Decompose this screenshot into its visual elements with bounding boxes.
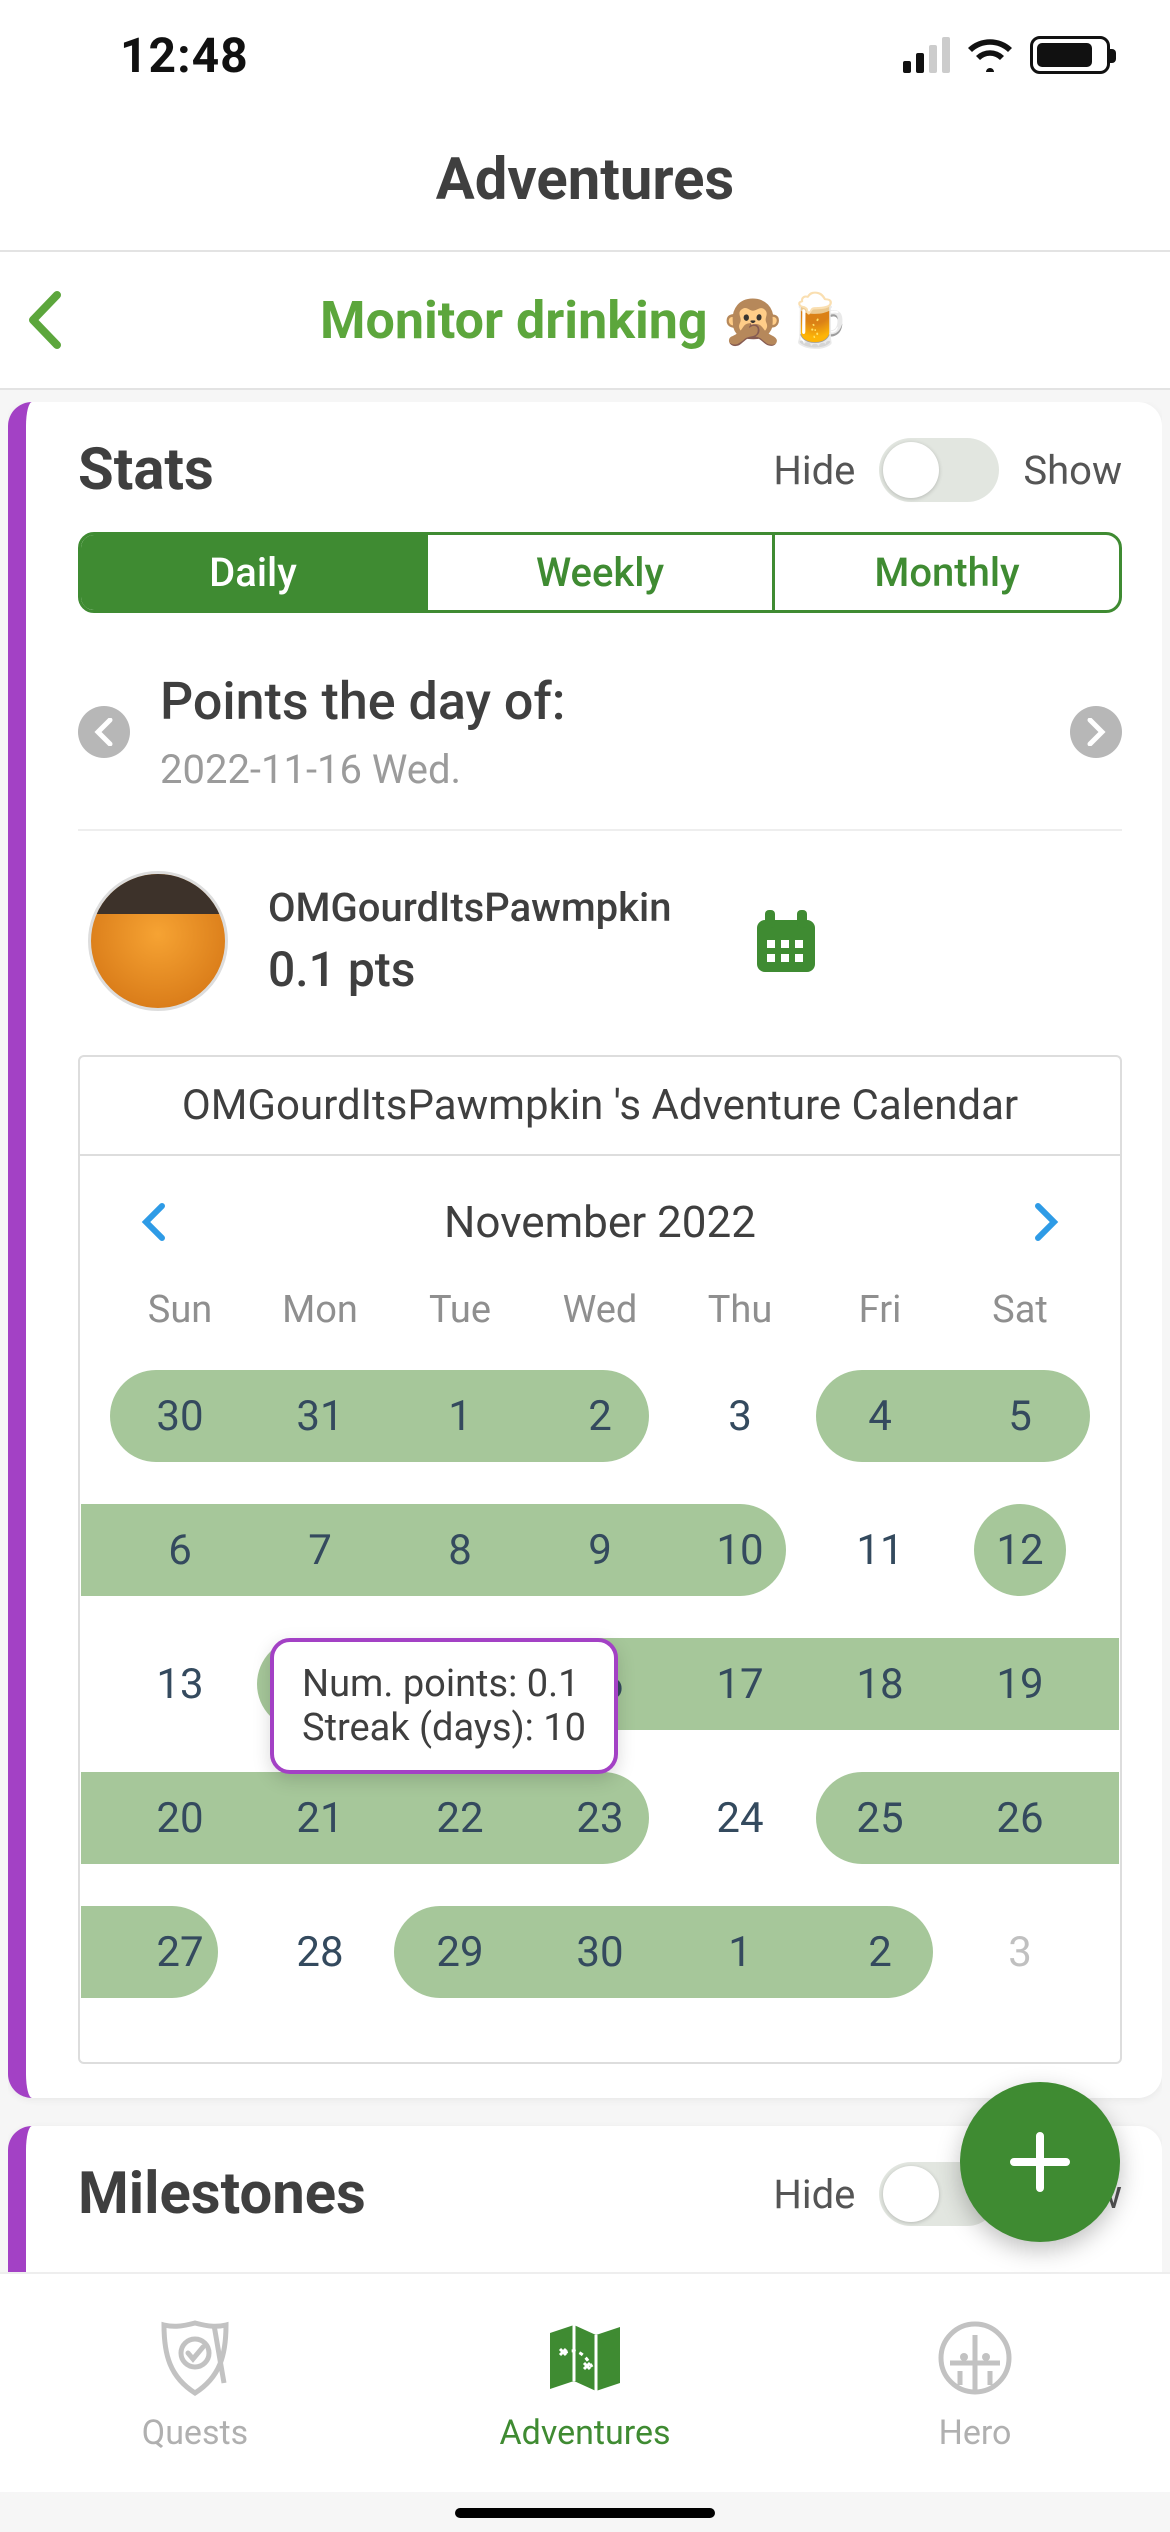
segment-daily[interactable]: Daily (81, 535, 428, 610)
dow: Mon (250, 1288, 390, 1332)
calendar-week: 27 28 29 30 1 2 3 (110, 1888, 1090, 2016)
calendar-day[interactable]: 4 (810, 1352, 950, 1480)
calendar-week: 30 31 1 2 3 4 5 (110, 1352, 1090, 1480)
home-indicator[interactable] (455, 2508, 715, 2518)
calendar-day[interactable]: 1 (390, 1352, 530, 1480)
tooltip-line: Streak (days): 10 (302, 1706, 586, 1750)
calendar-day[interactable]: 11 (810, 1486, 950, 1614)
calendar-day[interactable]: 5 (950, 1352, 1090, 1480)
nav-quests[interactable]: Quests (2, 2313, 388, 2453)
nav-label: Adventures (499, 2413, 670, 2453)
status-bar: 12:48 (0, 0, 1170, 110)
calendar-day[interactable]: 12 (950, 1486, 1090, 1614)
sub-header: Monitor drinking 🙊🍺 (0, 250, 1170, 390)
calendar-day[interactable]: 13 (110, 1620, 250, 1748)
stats-visibility-toggle: Hide Show (773, 438, 1122, 502)
hide-label: Hide (773, 447, 855, 494)
stats-toggle[interactable] (879, 438, 999, 502)
dow: Wed (530, 1288, 670, 1332)
battery-icon (1030, 36, 1110, 74)
calendar-day[interactable]: 28 (250, 1888, 390, 2016)
calendar-day[interactable]: 30 (530, 1888, 670, 2016)
nav-adventures[interactable]: Adventures (392, 2313, 778, 2453)
adventure-calendar: OMGourdItsPawmpkin 's Adventure Calendar… (78, 1055, 1122, 2064)
dow: Fri (810, 1288, 950, 1332)
calendar-week: 6 7 8 9 10 11 12 (110, 1486, 1090, 1614)
page-title: Adventures (436, 146, 734, 214)
app-header: Adventures (0, 110, 1170, 250)
user-name: OMGourdItsPawmpkin (268, 884, 671, 931)
hide-label: Hide (773, 2171, 855, 2218)
points-heading: Points the day of: (160, 671, 1040, 732)
adventure-title: Monitor drinking 🙊🍺 (90, 290, 1170, 351)
dow: Sat (950, 1288, 1090, 1332)
calendar-day[interactable]: 2 (530, 1352, 670, 1480)
nav-hero[interactable]: Hero (782, 2313, 1168, 2453)
calendar-day[interactable]: 27 (110, 1888, 250, 2016)
weekday-headers: Sun Mon Tue Wed Thu Fri Sat (110, 1288, 1090, 1332)
calendar-day[interactable]: 1 (670, 1888, 810, 2016)
dow: Thu (670, 1288, 810, 1332)
milestones-title: Milestones (78, 2160, 366, 2228)
calendar-day[interactable]: 31 (250, 1352, 390, 1480)
avatar (88, 871, 228, 1011)
calendar-day[interactable]: 26 (950, 1754, 1090, 1882)
map-icon (540, 2313, 630, 2403)
user-summary: OMGourdItsPawmpkin 0.1 pts (78, 871, 1122, 1011)
stats-card: Stats Hide Show Daily Weekly Monthly Poi… (8, 402, 1162, 2098)
calendar-day[interactable]: 3 (670, 1352, 810, 1480)
segment-weekly[interactable]: Weekly (428, 535, 775, 610)
calendar-title: OMGourdItsPawmpkin 's Adventure Calendar (80, 1057, 1120, 1156)
date-navigator: Points the day of: 2022-11-16 Wed. (78, 661, 1122, 831)
add-button[interactable] (960, 2082, 1120, 2242)
calendar-day[interactable]: 8 (390, 1486, 530, 1614)
helmet-icon (930, 2313, 1020, 2403)
nav-label: Hero (939, 2413, 1012, 2453)
calendar-day[interactable]: 2 (810, 1888, 950, 2016)
signal-icon (903, 37, 950, 73)
calendar-icon[interactable] (751, 906, 821, 976)
day-tooltip: Num. points: 0.1 Streak (days): 10 (270, 1638, 618, 1774)
wifi-icon (968, 38, 1012, 72)
status-icons (903, 36, 1110, 74)
segment-monthly[interactable]: Monthly (775, 535, 1119, 610)
calendar-day[interactable]: 3 (950, 1888, 1090, 2016)
calendar-day[interactable]: 29 (390, 1888, 530, 2016)
bottom-nav: Quests Adventures Hero (0, 2272, 1170, 2492)
calendar-days: 30 31 1 2 3 4 5 6 7 (110, 1352, 1090, 2016)
calendar-day[interactable]: 7 (250, 1486, 390, 1614)
calendar-day[interactable]: 18 (810, 1620, 950, 1748)
calendar-day[interactable]: 30 (110, 1352, 250, 1480)
calendar-day[interactable]: 17 (670, 1620, 810, 1748)
stats-title: Stats (78, 436, 214, 504)
next-month-button[interactable] (1026, 1202, 1066, 1242)
status-time: 12:48 (120, 27, 249, 84)
dow: Tue (390, 1288, 530, 1332)
period-segmented: Daily Weekly Monthly (78, 532, 1122, 613)
show-label: Show (1023, 447, 1122, 494)
calendar-month: November 2022 (444, 1196, 756, 1248)
calendar-day[interactable]: 19 (950, 1620, 1090, 1748)
prev-day-button[interactable] (78, 706, 130, 758)
dow: Sun (110, 1288, 250, 1332)
points-date: 2022-11-16 Wed. (160, 746, 1040, 793)
user-points: 0.1 pts (268, 941, 671, 998)
prev-month-button[interactable] (134, 1202, 174, 1242)
calendar-day[interactable]: 9 (530, 1486, 670, 1614)
calendar-day[interactable]: 6 (110, 1486, 250, 1614)
nav-label: Quests (142, 2413, 248, 2453)
calendar-day[interactable]: 20 (110, 1754, 250, 1882)
shield-icon (150, 2313, 240, 2403)
back-button[interactable] (0, 252, 90, 388)
plus-icon (1004, 2126, 1076, 2198)
next-day-button[interactable] (1070, 706, 1122, 758)
tooltip-line: Num. points: 0.1 (302, 1662, 586, 1706)
main-content: Stats Hide Show Daily Weekly Monthly Poi… (8, 402, 1162, 2272)
calendar-day[interactable]: 10 (670, 1486, 810, 1614)
calendar-day[interactable]: 24 (670, 1754, 810, 1882)
calendar-day[interactable]: 25 (810, 1754, 950, 1882)
